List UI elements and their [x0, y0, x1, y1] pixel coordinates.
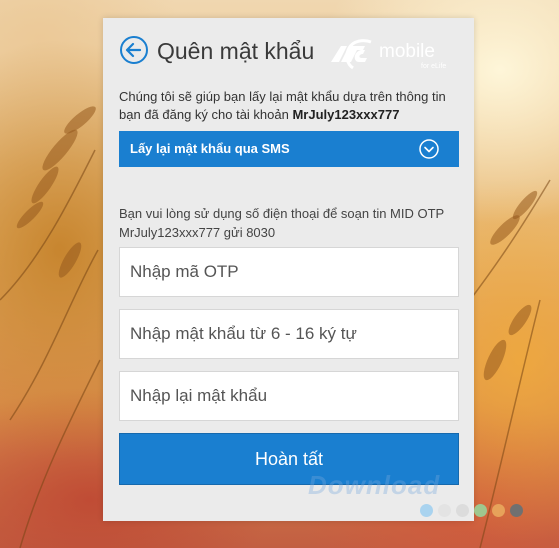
account-name: MrJuly123xxx777 — [292, 107, 400, 122]
watermark-dots — [420, 504, 528, 518]
forgot-password-panel: Quên mật khẩu mobile for eLife Chúng tôi… — [103, 18, 474, 521]
svg-text:for eLife: for eLife — [421, 63, 446, 70]
download-watermark: Download — [308, 470, 441, 500]
dot-5 — [492, 504, 505, 517]
sms-instruction: Bạn vui lòng sử dụng số điện thoại để so… — [119, 206, 444, 240]
confirm-password-input[interactable] — [119, 371, 459, 421]
otp-input[interactable] — [119, 247, 459, 297]
dot-3 — [456, 504, 469, 517]
chevron-down-icon — [419, 139, 439, 159]
dot-4 — [474, 504, 487, 517]
recovery-method-label: Lấy lại mật khẩu qua SMS — [130, 141, 290, 156]
new-password-input[interactable] — [119, 309, 459, 359]
page-title: Quên mật khẩu — [157, 38, 315, 64]
back-arrow-icon[interactable] — [119, 35, 149, 65]
dot-1 — [420, 504, 433, 517]
dot-6 — [510, 504, 523, 517]
intro-text: Chúng tôi sẽ giúp bạn lấy lại mật khẩu d… — [119, 88, 464, 124]
recovery-method-dropdown[interactable]: Lấy lại mật khẩu qua SMS — [119, 131, 459, 167]
header: Quên mật khẩu mobile for eLife — [119, 32, 459, 72]
dot-2 — [438, 504, 451, 517]
vtc-mobile-logo: mobile for eLife — [331, 39, 446, 70]
svg-text:mobile: mobile — [379, 41, 435, 62]
